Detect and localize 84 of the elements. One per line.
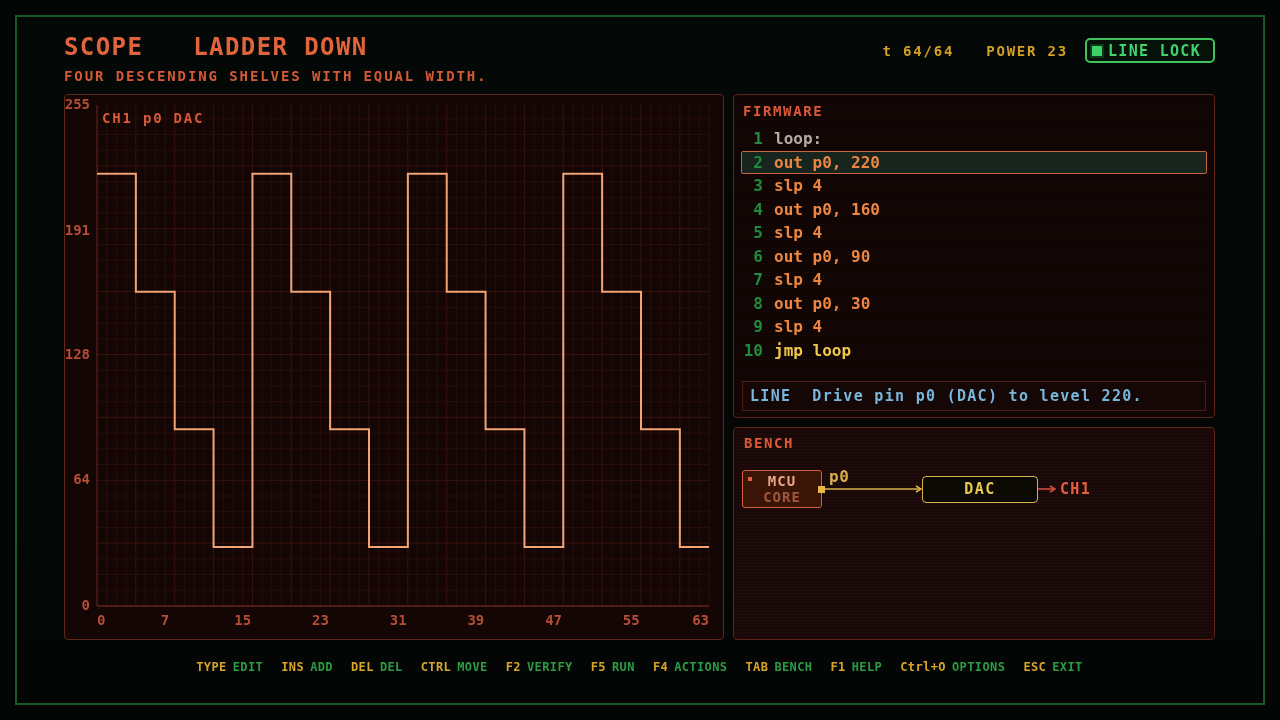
hotkey-action: MOVE bbox=[457, 660, 488, 674]
x-tick-label: 0 bbox=[97, 612, 106, 628]
code-line[interactable]: 10 jmp loop bbox=[741, 338, 1207, 362]
code-line[interactable]: 9 slp 4 bbox=[741, 315, 1207, 339]
x-tick-label: 39 bbox=[467, 612, 485, 628]
code-text: slp 4 bbox=[774, 223, 823, 243]
output-label: CH1 bbox=[1060, 480, 1091, 498]
level-description: FOUR DESCENDING SHELVES WITH EQUAL WIDTH. bbox=[64, 68, 488, 84]
hotkey-key: F4 bbox=[652, 660, 669, 674]
hotkey-action: ACTIONS bbox=[674, 660, 728, 674]
hotkey-key: CTRL bbox=[420, 660, 452, 674]
code-text: loop: bbox=[774, 129, 823, 149]
port-icon bbox=[818, 485, 825, 493]
code-text: out p0, 30 bbox=[774, 293, 871, 313]
hotkey-action: ADD bbox=[310, 660, 333, 674]
y-tick-label: 191 bbox=[65, 221, 90, 238]
code-text: out p0, 160 bbox=[774, 199, 880, 219]
line-number: 9 bbox=[752, 317, 763, 337]
code-line[interactable]: 6 out p0, 90 bbox=[741, 244, 1207, 268]
code-line[interactable]: 1 loop: bbox=[741, 127, 1207, 151]
line-number: 6 bbox=[752, 246, 763, 266]
x-tick-label: 47 bbox=[545, 612, 562, 628]
y-tick-label: 0 bbox=[81, 597, 90, 613]
panel-title: BENCH bbox=[743, 435, 795, 451]
code-text: slp 4 bbox=[774, 317, 823, 337]
x-tick-label: 31 bbox=[389, 612, 407, 628]
x-tick-label: 63 bbox=[692, 612, 709, 628]
hotkey-key: DEL bbox=[351, 660, 374, 674]
hotkey-key: Ctrl+O bbox=[900, 660, 946, 674]
line-number: 5 bbox=[752, 223, 763, 243]
code-line[interactable]: 3 slp 4 bbox=[741, 174, 1207, 198]
power-readout: POWER 23 bbox=[986, 42, 1068, 59]
hotkey-key: TAB bbox=[745, 660, 769, 674]
chart-title: CH1 p0 DAC bbox=[102, 110, 205, 126]
hotkey-action: OPTIONS bbox=[952, 660, 1006, 674]
code-text: out p0, 220 bbox=[774, 152, 880, 172]
hotkey-key: INS bbox=[281, 660, 305, 674]
hotkey-action: EXIT bbox=[1052, 660, 1083, 674]
y-tick-label: 128 bbox=[65, 345, 90, 362]
x-tick-label: 7 bbox=[160, 612, 170, 628]
code-text: jmp loop bbox=[774, 340, 852, 360]
dac-node: DAC bbox=[922, 475, 1038, 503]
line-number: 1 bbox=[752, 129, 763, 149]
line-number: 2 bbox=[752, 152, 763, 172]
y-tick-label: 64 bbox=[73, 471, 90, 488]
info-text: Drive pin p0 (DAC) to level 220. bbox=[812, 387, 1143, 405]
code-text: out p0, 90 bbox=[774, 246, 871, 266]
x-tick-label: 23 bbox=[312, 612, 329, 628]
hotkey-key: F1 bbox=[830, 660, 846, 674]
panel-title: FIRMWARE bbox=[742, 103, 824, 119]
info-label: LINE bbox=[750, 387, 792, 405]
x-tick-label: 15 bbox=[234, 612, 252, 628]
code-line[interactable]: 5 slp 4 bbox=[741, 221, 1207, 245]
line-number: 7 bbox=[752, 270, 763, 290]
time-readout: t 64/64 bbox=[882, 42, 955, 59]
output-arrow bbox=[1038, 485, 1056, 493]
node-subtitle: CORE bbox=[763, 489, 801, 505]
hotkey-action: VERIFY bbox=[527, 660, 573, 674]
code-text: slp 4 bbox=[774, 270, 823, 290]
line-lock-button[interactable]: LINE LOCK bbox=[1085, 38, 1215, 63]
hotkey-action: EDIT bbox=[232, 660, 264, 674]
code-line[interactable]: 4 out p0, 160 bbox=[741, 197, 1207, 221]
hotkey-action: DEL bbox=[379, 660, 403, 674]
code-line[interactable]: 7 slp 4 bbox=[741, 268, 1207, 292]
mode-title: SCOPE bbox=[64, 33, 144, 61]
hotkey-key: F2 bbox=[505, 660, 521, 674]
hotkey-action: RUN bbox=[612, 660, 635, 674]
level-title: LADDER DOWN bbox=[193, 33, 368, 61]
y-tick-label: 255 bbox=[65, 96, 90, 112]
hotkey-key: ESC bbox=[1023, 660, 1047, 674]
line-number: 8 bbox=[752, 293, 763, 313]
hotkey-key: F5 bbox=[590, 660, 606, 674]
pin-label: p0 bbox=[828, 469, 850, 485]
line-number: 3 bbox=[752, 176, 763, 196]
code-text: slp 4 bbox=[774, 176, 823, 196]
hotkey-action: BENCH bbox=[774, 660, 813, 674]
node-title: MCU bbox=[767, 473, 797, 489]
x-tick-label: 55 bbox=[622, 612, 640, 628]
line-number: 4 bbox=[752, 199, 763, 219]
code-line[interactable]: 8 out p0, 30 bbox=[741, 291, 1207, 315]
hotkey-action: HELP bbox=[851, 660, 883, 674]
square-indicator-icon bbox=[1090, 43, 1104, 58]
line-number: 10 bbox=[743, 340, 763, 360]
hotkey-key: TYPE bbox=[196, 660, 227, 674]
